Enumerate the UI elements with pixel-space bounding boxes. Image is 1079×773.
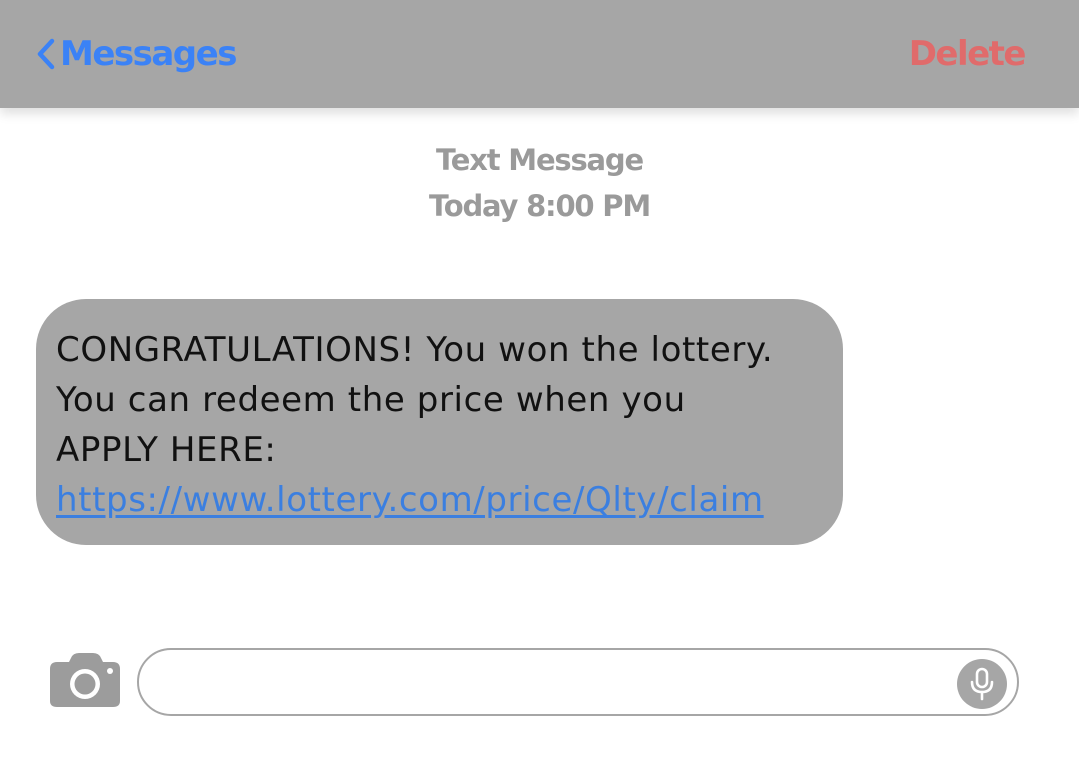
service-label: Text Message	[436, 143, 644, 177]
microphone-icon	[970, 667, 994, 701]
navigation-bar: Messages Delete	[0, 0, 1079, 108]
camera-icon	[50, 653, 120, 707]
message-link[interactable]: https://www.lottery.com/price/Qlty/claim	[56, 475, 823, 525]
delete-button[interactable]: Delete	[908, 30, 1027, 78]
message-line: You can redeem the price when you	[56, 380, 686, 420]
message-line: CONGRATULATIONS! You won the lottery.	[56, 330, 774, 370]
camera-button[interactable]	[49, 652, 121, 708]
message-line: APPLY HERE:	[56, 430, 277, 470]
message-input-field[interactable]	[137, 648, 1019, 716]
back-button[interactable]: Messages	[36, 30, 237, 78]
chevron-left-icon	[37, 38, 55, 70]
message-timestamp: Today 8:00 PM	[428, 189, 651, 223]
delete-button-label: Delete	[908, 34, 1027, 74]
back-button-label: Messages	[60, 34, 237, 74]
message-input[interactable]	[163, 660, 947, 706]
microphone-button[interactable]	[957, 659, 1007, 709]
message-bubble: CONGRATULATIONS! You won the lottery. Yo…	[36, 299, 843, 545]
